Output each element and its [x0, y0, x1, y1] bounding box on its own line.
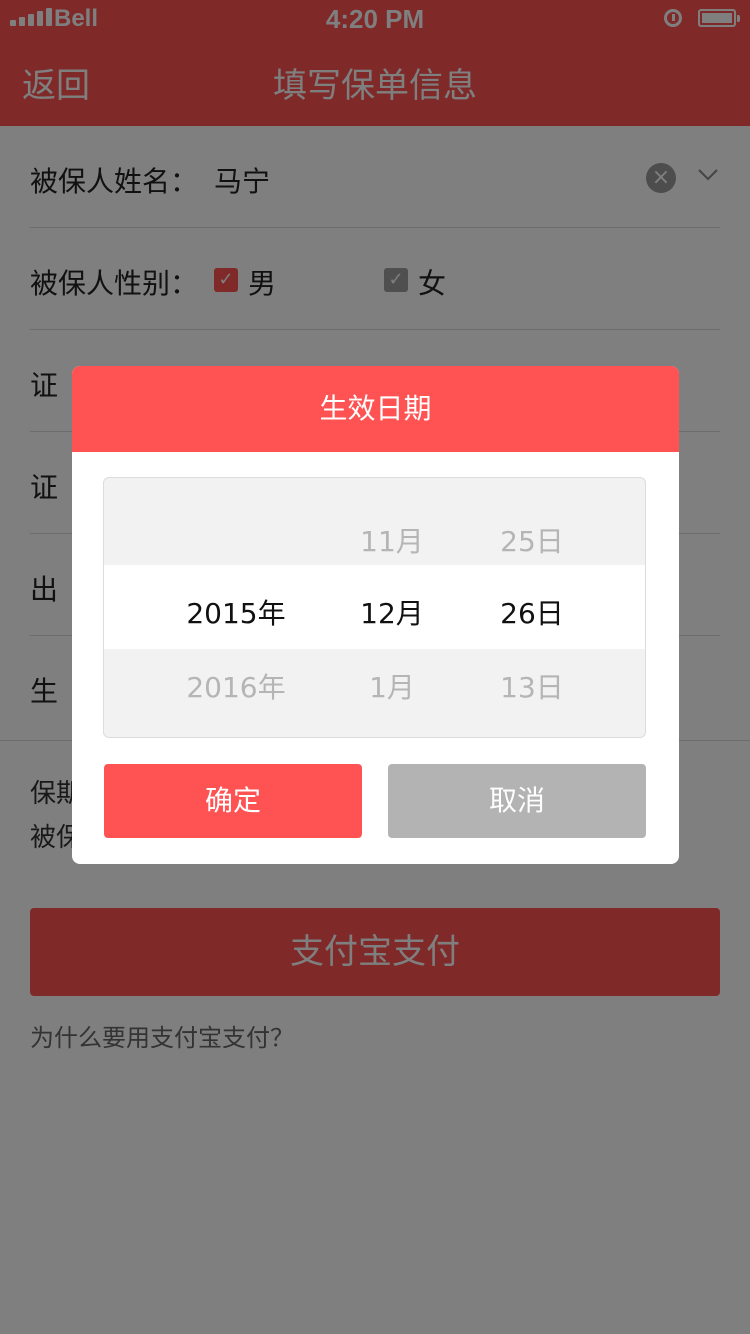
picker-month-prev[interactable]: 11月 — [332, 520, 452, 560]
date-picker-dialog: 生效日期 2015年 2016年 11月 12月 1月 25日 26日 13日 … — [72, 366, 679, 864]
picker-year-selected[interactable]: 2015年 — [176, 592, 296, 632]
picker-day-prev[interactable]: 25日 — [472, 520, 592, 560]
cancel-button[interactable]: 取消 — [388, 764, 646, 838]
picker-day-next[interactable]: 13日 — [472, 666, 592, 706]
date-picker[interactable]: 2015年 2016年 11月 12月 1月 25日 26日 13日 — [103, 477, 646, 738]
dialog-title: 生效日期 — [72, 366, 679, 452]
picker-month-next[interactable]: 1月 — [332, 666, 452, 706]
picker-day-selected[interactable]: 26日 — [472, 592, 592, 632]
picker-month-selected[interactable]: 12月 — [332, 592, 452, 632]
confirm-button[interactable]: 确定 — [104, 764, 362, 838]
picker-year-next[interactable]: 2016年 — [176, 666, 296, 706]
